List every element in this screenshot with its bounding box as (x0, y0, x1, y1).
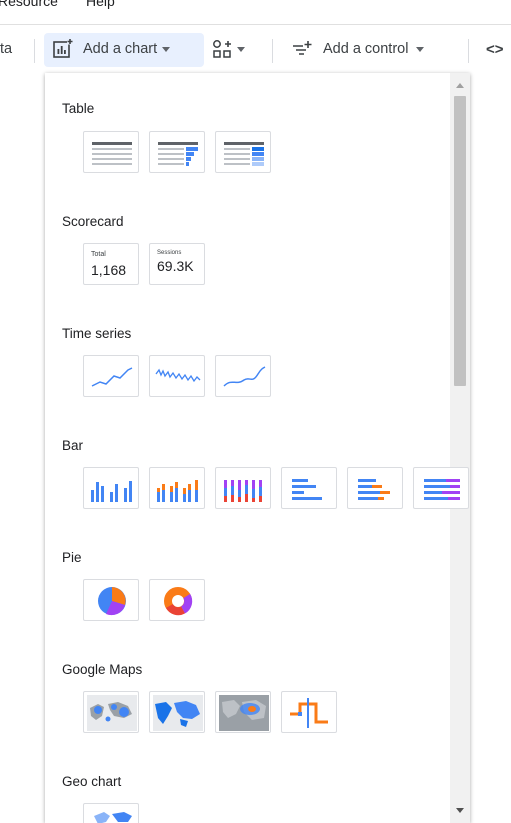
line-map-icon (290, 698, 328, 728)
chart-tile-filled-map[interactable] (149, 691, 205, 733)
menu-resource[interactable]: Resource (0, 0, 58, 9)
table-with-bars-icon (158, 142, 198, 166)
chart-tile-donut[interactable] (149, 579, 205, 621)
scorecard-label: Total (91, 251, 106, 258)
scroll-down-icon[interactable] (456, 808, 464, 813)
chart-tile-table-heatmap[interactable] (215, 131, 271, 173)
add-control-label: Add a control (323, 41, 409, 57)
code-embed-button[interactable]: <> (486, 25, 504, 73)
chevron-down-icon (237, 46, 245, 52)
chart-tile-100-stacked-column[interactable] (215, 467, 271, 509)
section-title-bar: Bar (62, 438, 84, 453)
section-title-geo-chart: Geo chart (62, 774, 122, 789)
add-chart-button[interactable]: Add a chart (52, 25, 171, 73)
table-chart-icon (92, 142, 132, 165)
scrollbar-thumb[interactable] (454, 96, 466, 386)
bubble-map-icon (87, 695, 137, 731)
percent-stacked-column-icon (224, 480, 262, 502)
section-title-time-series: Time series (62, 326, 132, 341)
filter-add-icon (293, 41, 312, 55)
chart-tile-table-bars[interactable] (149, 131, 205, 173)
chart-tile-heatmap-map[interactable] (215, 691, 271, 733)
add-chart-label: Add a chart (83, 41, 158, 57)
smooth-line-icon (223, 366, 266, 387)
chart-tile-geo-chart[interactable] (83, 803, 139, 823)
add-control-button[interactable]: Add a control (290, 25, 425, 73)
scrollbar-track[interactable] (450, 73, 470, 823)
toolbar-divider (468, 39, 469, 63)
chart-tile-stacked-bar[interactable] (347, 467, 403, 509)
toolbar-divider (272, 39, 273, 63)
toolbar: ta Add a chart Add a control <> (0, 25, 511, 73)
time-series-icon (91, 367, 133, 387)
toolbar-divider (34, 39, 35, 63)
chevron-down-icon (416, 46, 425, 52)
chart-tile-sparkline[interactable] (149, 355, 205, 397)
chevron-down-icon (162, 46, 171, 52)
scorecard-value: 1,168 (91, 262, 127, 278)
chart-tile-bubble-map[interactable] (83, 691, 139, 733)
pie-chart-icon (98, 587, 126, 616)
chart-tile-scorecard[interactable]: Total 1,168 (83, 243, 139, 285)
chart-tile-smoothed-time-series[interactable] (215, 355, 271, 397)
section-title-scorecard: Scorecard (62, 214, 124, 229)
filled-map-icon (153, 695, 203, 731)
chart-tile-stacked-column[interactable] (149, 467, 205, 509)
section-title-google-maps: Google Maps (62, 662, 143, 677)
add-component-button[interactable] (212, 25, 245, 73)
percent-stacked-bar-icon (424, 479, 460, 500)
chart-tile-line-map[interactable] (281, 691, 337, 733)
chart-tile-column[interactable] (83, 467, 139, 509)
donut-chart-icon (164, 587, 193, 616)
add-chart-menu: Table Scorecard Total 1,168 Sessions 69.… (45, 73, 470, 823)
component-grid-icon (213, 40, 231, 58)
heatmap-map-icon (219, 695, 269, 731)
stacked-bar-icon (358, 479, 390, 500)
column-chart-icon (91, 481, 132, 502)
add-data-button[interactable]: ta (0, 25, 12, 73)
scroll-up-icon[interactable] (456, 83, 464, 88)
chart-tile-100-stacked-bar[interactable] (413, 467, 469, 509)
chart-tile-time-series[interactable] (83, 355, 139, 397)
code-icon: <> (486, 40, 504, 58)
menu-bar: Resource Help (0, 0, 511, 25)
sparkline-icon (155, 368, 201, 383)
scorecard-value: 69.3K (157, 258, 194, 274)
chart-tile-pie[interactable] (83, 579, 139, 621)
table-heatmap-icon (224, 142, 264, 166)
chart-tile-bar[interactable] (281, 467, 337, 509)
add-data-label: ta (0, 41, 13, 57)
scorecard-label: Sessions (157, 250, 182, 256)
bar-chart-icon (292, 479, 322, 500)
geo-chart-icon (94, 812, 132, 823)
add-chart-icon (53, 38, 73, 58)
stacked-column-icon (157, 480, 198, 502)
menu-help[interactable]: Help (86, 0, 115, 9)
chart-tile-table[interactable] (83, 131, 139, 173)
chart-tile-scorecard-compact[interactable]: Sessions 69.3K (149, 243, 205, 285)
section-title-pie: Pie (62, 550, 82, 565)
section-title-table: Table (62, 101, 95, 116)
